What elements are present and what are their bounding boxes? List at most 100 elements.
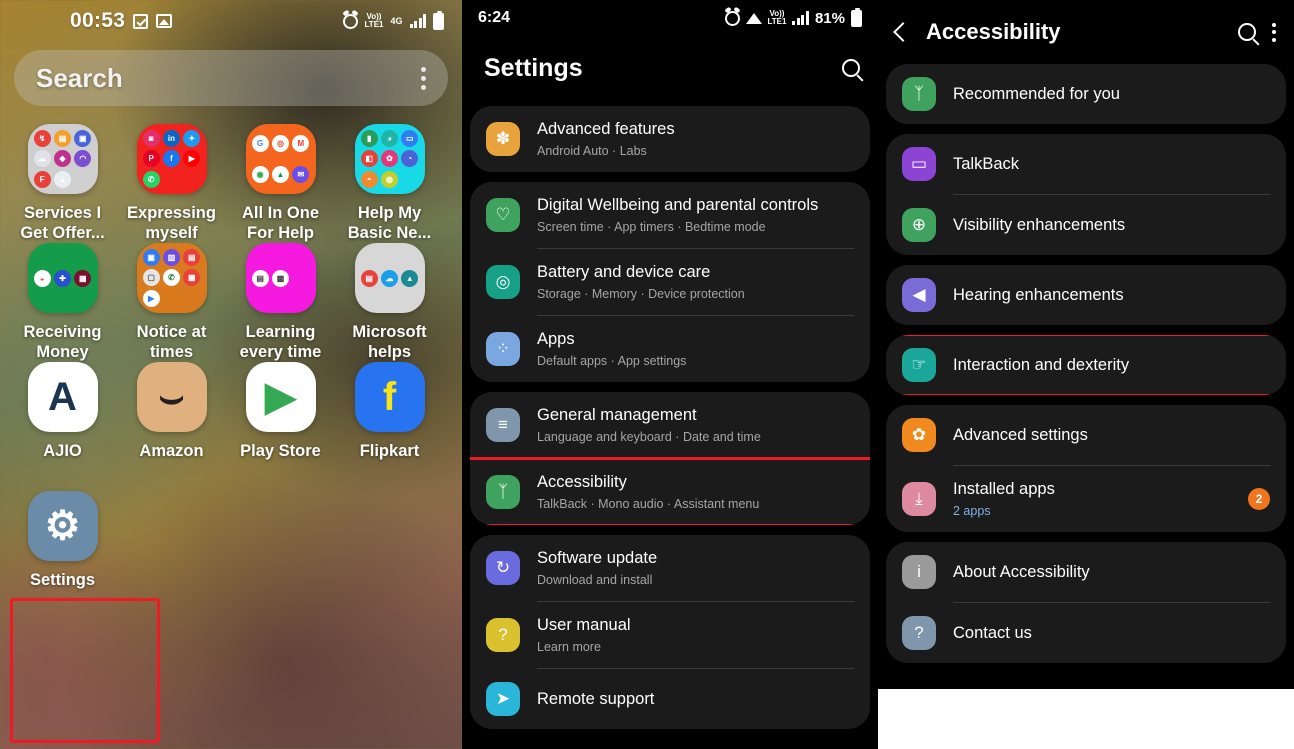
app-item[interactable]: ▤ ☁ ▲ Microsoft helps xyxy=(335,243,444,362)
settings-row-text: Accessibility TalkBack · Mono audio · Ass… xyxy=(537,472,854,512)
folder-app-dot: ▮ xyxy=(360,130,378,148)
folder-app-dot: G xyxy=(251,135,269,153)
settings-row[interactable]: ♡ Digital Wellbeing and parental controls… xyxy=(470,182,870,248)
settings-panel: 6:24 Vo)) LTE1 81% Settings ✽ Advanced fea… xyxy=(462,0,878,749)
folder-app-dot: ▣ xyxy=(142,249,160,267)
settings-row-title: TalkBack xyxy=(953,154,1020,173)
settings-row[interactable]: ✽ Advanced features Android Auto · Labs xyxy=(470,106,870,172)
settings-row[interactable]: ↻ Software update Download and install xyxy=(470,535,870,601)
app-icon[interactable]: ▶ xyxy=(245,362,316,432)
search-icon[interactable] xyxy=(842,59,860,77)
settings-card: ✽ Advanced features Android Auto · Labs xyxy=(470,106,870,172)
app-item[interactable]: ▣ ▥ ▤ ▢ ✆ ▦ ▶ Notice at times xyxy=(117,243,226,362)
folder-icon[interactable]: ▤ ☁ ▲ xyxy=(354,243,425,313)
folder-icon[interactable]: ▣ ▥ ▤ ▢ ✆ ▦ ▶ xyxy=(136,243,207,313)
folder-app-dot: ◉ xyxy=(251,165,269,183)
app-item[interactable]: ⚙ Settings xyxy=(8,491,117,590)
gear-plus-icon: ✿ xyxy=(902,418,936,452)
status-clock: 00:53 xyxy=(70,9,126,32)
folder-app-dot: ◓ xyxy=(360,170,378,188)
app-label: Microsoft helps xyxy=(352,323,427,361)
settings-row[interactable]: ᛉ Recommended for you xyxy=(886,64,1286,124)
app-grid: ↯ ▤ ▣ ☁ ◆ ◠ F ▲ Services I Get Offer... ◙ in ✦ Pf ▶ ✆ E… xyxy=(0,106,462,590)
app-item[interactable]: ⌣ Amazon xyxy=(117,362,226,461)
settings-row[interactable]: ◎ Battery and device care Storage · Memory… xyxy=(470,249,870,315)
settings-row-title: Software update xyxy=(537,549,658,567)
app-item[interactable]: ↯ ▤ ▣ ☁ ◆ ◠ F ▲ Services I Get Offer... xyxy=(8,124,117,243)
app-item[interactable]: ▤ ▩ Learning every time xyxy=(226,243,335,362)
settings-row-text: TalkBack xyxy=(953,154,1270,175)
settings-row-subtitle: Storage · Memory · Device protection xyxy=(537,287,745,301)
settings-row-title: Recommended for you xyxy=(953,84,1120,103)
settings-row[interactable]: ➤ Remote support xyxy=(470,669,870,729)
flower-icon: ✽ xyxy=(486,122,520,156)
settings-row[interactable]: ⁘ Apps Default apps · App settings xyxy=(470,316,870,382)
refresh-icon: ↻ xyxy=(486,551,520,585)
settings-row[interactable]: ᛉ Accessibility TalkBack · Mono audio · As… xyxy=(470,457,870,525)
folder-icon[interactable]: ▤ ▩ xyxy=(245,243,316,313)
settings-row-text: Advanced settings xyxy=(953,425,1270,446)
settings-row[interactable]: ⤓ Installed apps 2 apps 2 xyxy=(886,466,1286,532)
app-icon[interactable]: ⚙ xyxy=(27,491,98,561)
app-icon[interactable]: ⌣ xyxy=(136,362,207,432)
settings-row-subtitle: Learn more xyxy=(537,640,601,654)
app-item[interactable]: G ◎ M ◉ ▲ ✉ All In One For Help xyxy=(226,124,335,243)
folder-app-dot: ☁ xyxy=(380,269,398,287)
folder-app-dot: ▤ xyxy=(183,249,201,267)
back-arrow-icon[interactable] xyxy=(893,22,913,42)
settings-row-text: Hearing enhancements xyxy=(953,285,1270,306)
settings-row[interactable]: ✿ Advanced settings xyxy=(886,405,1286,465)
manual-icon: ? xyxy=(486,618,520,652)
settings-row[interactable]: ◀ Hearing enhancements xyxy=(886,265,1286,325)
settings-row-text: User manual Learn more xyxy=(537,615,854,655)
status-clock: 6:24 xyxy=(478,9,511,26)
folder-contents: ▮ ◕ ▭ ◧ ✿ ◔ ◓ ◍ xyxy=(355,124,425,194)
app-item[interactable]: ◒ ✚ ▦ Receiving Money xyxy=(8,243,117,362)
folder-app-dot: ▤ xyxy=(251,269,269,287)
folder-app-dot: ▣ xyxy=(74,130,92,148)
app-label: All In One For Help xyxy=(241,204,319,242)
search-icon[interactable] xyxy=(1238,23,1256,41)
settings-card: ♡ Digital Wellbeing and parental controls… xyxy=(470,182,870,382)
app-icon[interactable]: A xyxy=(27,362,98,432)
folder-icon[interactable]: ◒ ✚ ▦ xyxy=(27,243,98,313)
settings-row-title: Battery and device care xyxy=(537,263,711,281)
folder-icon[interactable]: G ◎ M ◉ ▲ ✉ xyxy=(245,124,316,194)
settings-row-text: Apps Default apps · App settings xyxy=(537,329,854,369)
search-input[interactable]: Search xyxy=(36,63,123,94)
app-item[interactable]: A AJIO xyxy=(8,362,117,461)
settings-row-title: Contact us xyxy=(953,623,1032,642)
settings-row[interactable]: ⊕ Visibility enhancements xyxy=(886,195,1286,255)
folder-icon[interactable]: ↯ ▤ ▣ ☁ ◆ ◠ F ▲ xyxy=(27,124,98,194)
app-label: Settings xyxy=(29,571,96,589)
folder-app-dot: ▲ xyxy=(401,269,419,287)
app-item[interactable]: ◙ in ✦ Pf ▶ ✆ Expressing myself xyxy=(117,124,226,243)
screenshot-root: 00:53 Vo)) LTE1 4G Search ↯ ▤ ▣ ☁ ◆ ◠ F ▲ Servic… xyxy=(0,0,1294,749)
settings-row[interactable]: ▭ TalkBack xyxy=(886,134,1286,194)
settings-row[interactable]: i About Accessibility xyxy=(886,542,1286,602)
app-item[interactable]: f Flipkart xyxy=(335,362,444,461)
folder-icon[interactable]: ▮ ◕ ▭ ◧ ✿ ◔ ◓ ◍ xyxy=(354,124,425,194)
app-item[interactable]: ▶ Play Store xyxy=(226,362,335,461)
settings-row[interactable]: ? Contact us xyxy=(886,603,1286,663)
folder-app-dot: ◕ xyxy=(380,130,398,148)
settings-row-title: Installed apps xyxy=(953,480,1055,498)
settings-card: ◀ Hearing enhancements xyxy=(886,265,1286,325)
folder-icon[interactable]: ◙ in ✦ Pf ▶ ✆ xyxy=(136,124,207,194)
settings-row[interactable]: ≡ General management Language and keyboard… xyxy=(470,392,870,458)
settings-row[interactable]: ☞ Interaction and dexterity xyxy=(886,335,1286,395)
search-bar[interactable]: Search xyxy=(14,50,448,106)
folder-contents: ↯ ▤ ▣ ☁ ◆ ◠ F ▲ xyxy=(28,124,98,194)
settings-row-subtitle: Download and install xyxy=(537,573,653,587)
folder-app-dot: ▥ xyxy=(162,249,180,267)
settings-row-title: Remote support xyxy=(537,689,655,708)
settings-row[interactable]: ? User manual Learn more xyxy=(470,602,870,668)
folder-app-dot: ◆ xyxy=(53,150,71,168)
battery-icon xyxy=(433,10,444,30)
settings-card: ✿ Advanced settings ⤓ Installed apps 2 apps 2 xyxy=(886,405,1286,532)
app-item[interactable]: ▮ ◕ ▭ ◧ ✿ ◔ ◓ ◍ Help My Basic Ne... xyxy=(335,124,444,243)
settings-highlight-box xyxy=(10,598,160,743)
search-more-options-icon[interactable] xyxy=(421,66,426,90)
more-options-icon[interactable] xyxy=(1272,22,1276,42)
app-icon[interactable]: f xyxy=(354,362,425,432)
